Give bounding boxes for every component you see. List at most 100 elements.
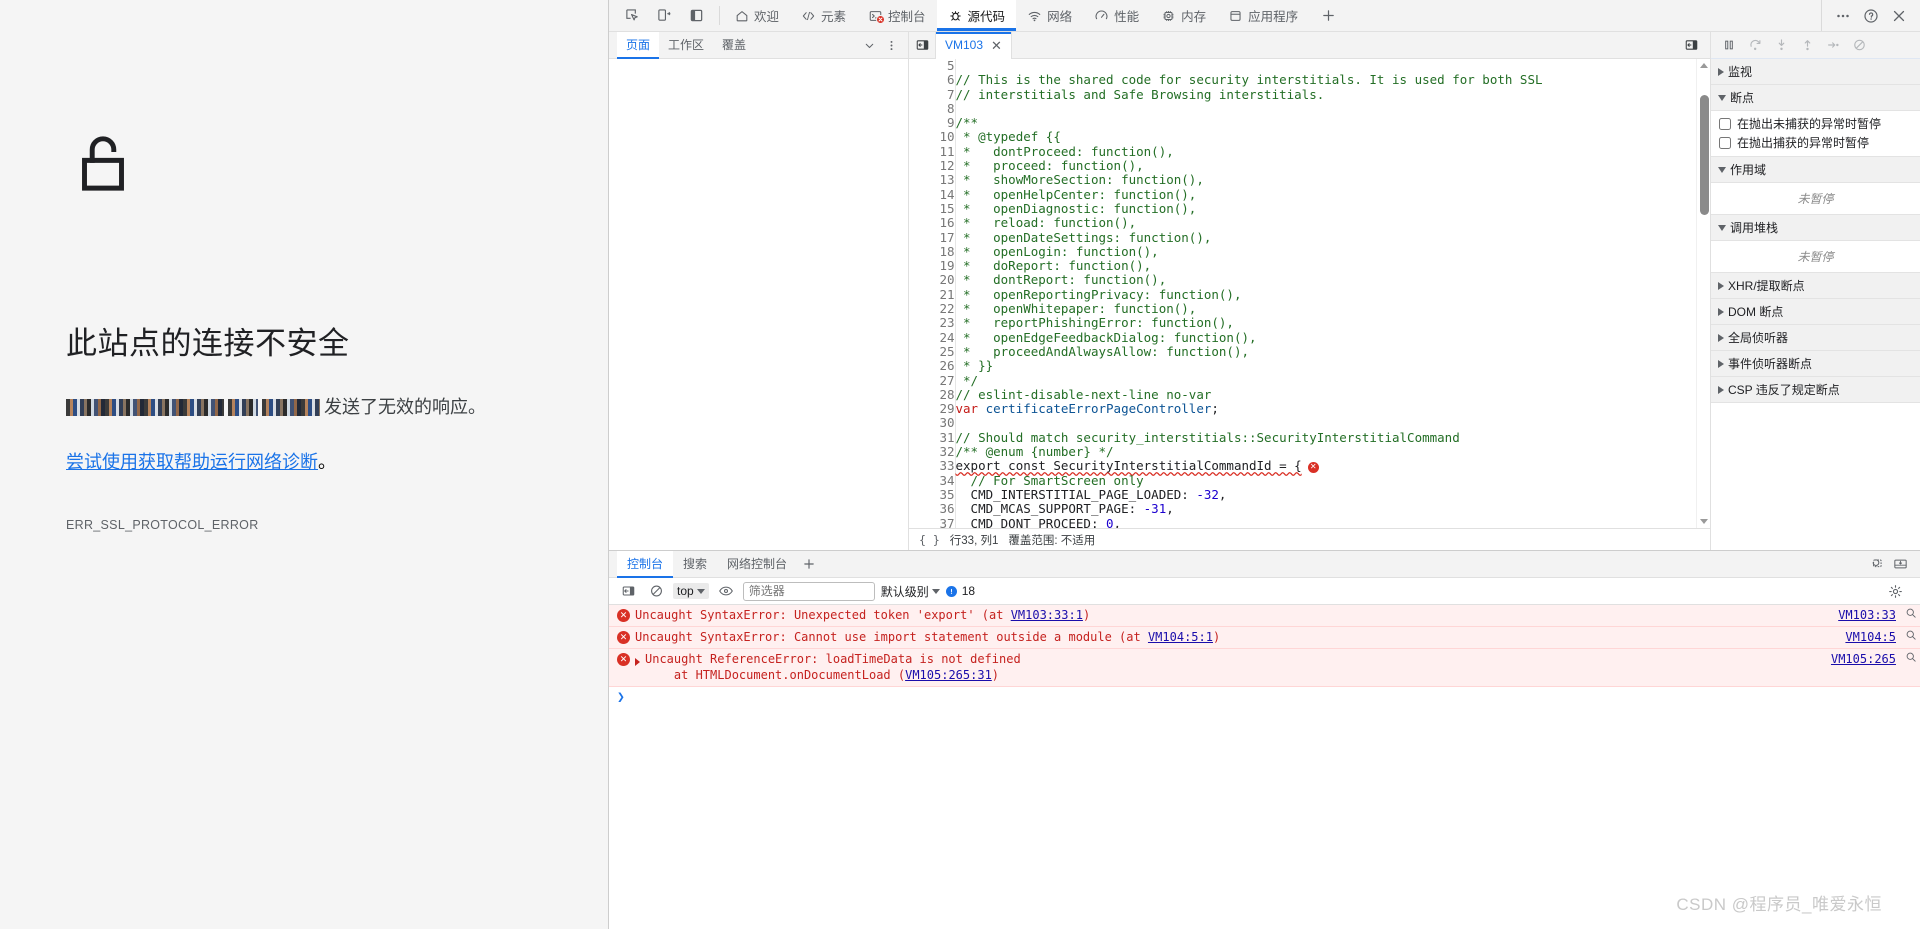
line-source[interactable]: // eslint-disable-next-line no-var <box>955 387 1543 402</box>
code-line[interactable]: 6// This is the shared code for security… <box>909 72 1543 88</box>
line-number[interactable]: 30 <box>909 416 956 431</box>
code-line[interactable]: 30 <box>909 416 1543 431</box>
console-inline-source-link[interactable]: VM105:265:31 <box>905 668 992 682</box>
line-source[interactable]: * reportPhishingError: function(), <box>955 316 1543 330</box>
line-source[interactable]: * dontReport: function(), <box>955 273 1543 287</box>
code-line[interactable]: 33 export const SecurityInterstitialComma… <box>909 459 1543 474</box>
line-source[interactable]: * proceedAndAlwaysAllow: function(), <box>955 344 1543 359</box>
line-source[interactable]: * proceed: function(), <box>955 158 1543 173</box>
scroll-down-arrow-icon[interactable] <box>1700 519 1708 524</box>
show-navigator-icon[interactable] <box>909 32 935 59</box>
debugger-section-header[interactable]: 断点 <box>1711 85 1920 111</box>
code-line[interactable]: 28// eslint-disable-next-line no-var <box>909 387 1543 403</box>
debugger-section-header[interactable]: DOM 断点 <box>1711 299 1920 325</box>
line-number[interactable]: 32 <box>909 444 956 460</box>
line-source[interactable]: /** @enum {number} */ <box>955 444 1543 459</box>
tab-elements[interactable]: 元素 <box>790 0 857 31</box>
console-source-link[interactable]: VM105:265 <box>1831 651 1902 667</box>
code-line[interactable]: 10 * @typedef {{ <box>909 130 1543 145</box>
navigator-tab-workspace[interactable]: 工作区 <box>659 32 713 59</box>
line-number[interactable]: 7 <box>909 87 956 102</box>
code-line[interactable]: 5 <box>909 59 1543 74</box>
tab-console[interactable]: 控制台 <box>857 0 937 31</box>
line-source[interactable] <box>955 59 1543 73</box>
line-number[interactable]: 9 <box>909 115 956 131</box>
step-over-icon[interactable] <box>1743 34 1767 56</box>
step-icon[interactable] <box>1821 34 1845 56</box>
deactivate-breakpoints-icon[interactable] <box>1847 34 1871 56</box>
breakpoint-checkbox[interactable] <box>1719 117 1731 130</box>
console-inline-source-link[interactable]: VM103:33:1 <box>1011 608 1083 622</box>
code-line[interactable]: 20 * dontReport: function(), <box>909 273 1543 288</box>
console-level-selector[interactable]: 默认级别 <box>881 583 940 600</box>
code-line[interactable]: 26 * }} <box>909 358 1543 374</box>
line-number[interactable]: 18 <box>909 244 956 260</box>
console-inline-source-link[interactable]: VM104:5:1 <box>1148 630 1213 644</box>
code-line[interactable]: 32/** @enum {number} */ <box>909 444 1543 460</box>
line-source[interactable] <box>955 416 1543 430</box>
console-source-link[interactable]: VM104:5 <box>1845 629 1902 645</box>
line-number[interactable]: 16 <box>909 215 956 231</box>
code-line[interactable]: 21 * openReportingPrivacy: function(), <box>909 287 1543 303</box>
code-editor[interactable]: 5 6// This is the shared code for securi… <box>909 59 1710 528</box>
line-source[interactable]: * openHelpCenter: function(), <box>955 187 1543 202</box>
more-vertical-icon[interactable] <box>880 34 902 56</box>
code-line[interactable]: 36 CMD_MCAS_SUPPORT_PAGE: -31, <box>909 501 1543 517</box>
code-line[interactable]: 11 * dontProceed: function(), <box>909 144 1543 160</box>
line-source[interactable]: * doReport: function(), <box>955 259 1543 273</box>
code-line[interactable]: 29 var certificateErrorPageController; <box>909 401 1543 417</box>
console-context-selector[interactable]: top <box>673 583 709 599</box>
tab-memory[interactable]: 内存 <box>1150 0 1217 31</box>
live-expression-icon[interactable] <box>715 580 737 602</box>
code-line[interactable]: 14 * openHelpCenter: function(), <box>909 187 1543 202</box>
debugger-section-header[interactable]: XHR/提取断点 <box>1711 273 1920 299</box>
console-filter-input[interactable] <box>742 581 875 601</box>
line-number[interactable]: 21 <box>909 287 956 303</box>
console-prompt[interactable]: ❯ <box>609 687 1920 705</box>
editor-vertical-scrollbar[interactable] <box>1696 59 1710 528</box>
code-line[interactable]: 23 * reportPhishingError: function(), <box>909 316 1543 331</box>
line-source[interactable]: // Should match security_interstitials::… <box>955 430 1543 445</box>
line-number[interactable]: 19 <box>909 258 956 274</box>
pretty-print-icon[interactable]: { } <box>919 533 940 547</box>
line-number[interactable]: 36 <box>909 501 956 517</box>
debugger-section-header[interactable]: 调用堆栈 <box>1711 215 1920 241</box>
close-devtools-icon[interactable] <box>1886 3 1912 29</box>
pause-resume-icon[interactable] <box>1717 34 1741 56</box>
code-line[interactable]: 34 // For SmartScreen only <box>909 473 1543 488</box>
inline-error-icon[interactable]: ✕ <box>1307 461 1319 473</box>
line-number[interactable]: 31 <box>909 430 956 446</box>
tab-network[interactable]: 网络 <box>1016 0 1083 31</box>
search-icon[interactable] <box>1902 651 1920 667</box>
no-entry-icon[interactable] <box>645 580 667 602</box>
add-drawer-tab-button[interactable] <box>797 552 821 576</box>
navigator-tab-page[interactable]: 页面 <box>617 31 660 59</box>
line-number[interactable]: 8 <box>909 101 956 117</box>
line-source[interactable]: * showMoreSection: function(), <box>955 173 1543 187</box>
close-icon[interactable]: ✕ <box>991 39 1002 52</box>
line-number[interactable]: 10 <box>909 130 956 145</box>
step-out-icon[interactable] <box>1795 34 1819 56</box>
code-line[interactable]: 9/** <box>909 115 1543 131</box>
expand-triangle-icon[interactable] <box>635 655 644 669</box>
code-line[interactable]: 22 * openWhitepaper: function(), <box>909 301 1543 317</box>
clear-console-icon[interactable] <box>617 580 639 602</box>
line-number[interactable]: 17 <box>909 230 956 245</box>
line-source[interactable]: */ <box>955 373 1543 388</box>
line-number[interactable]: 5 <box>909 59 956 74</box>
hide-debugger-icon[interactable] <box>1678 32 1704 59</box>
help-question-icon[interactable] <box>1858 3 1884 29</box>
device-toolbar-icon[interactable] <box>651 3 677 29</box>
line-source[interactable]: var certificateErrorPageController; <box>955 401 1543 416</box>
line-source[interactable]: CMD_DONT_PROCEED: 0, <box>955 516 1543 528</box>
line-number[interactable]: 13 <box>909 173 956 188</box>
line-source[interactable]: // For SmartScreen only <box>955 473 1543 488</box>
add-panel-button[interactable] <box>1309 0 1348 31</box>
line-number[interactable]: 28 <box>909 387 956 403</box>
console-message[interactable]: ✕ Uncaught SyntaxError: Unexpected token … <box>609 605 1920 627</box>
tab-sources[interactable]: 源代码 <box>936 0 1017 31</box>
tab-application[interactable]: 应用程序 <box>1217 0 1309 31</box>
line-number[interactable]: 6 <box>909 72 956 88</box>
scrollbar-thumb[interactable] <box>1700 95 1709 215</box>
code-line[interactable]: 8 <box>909 101 1543 117</box>
